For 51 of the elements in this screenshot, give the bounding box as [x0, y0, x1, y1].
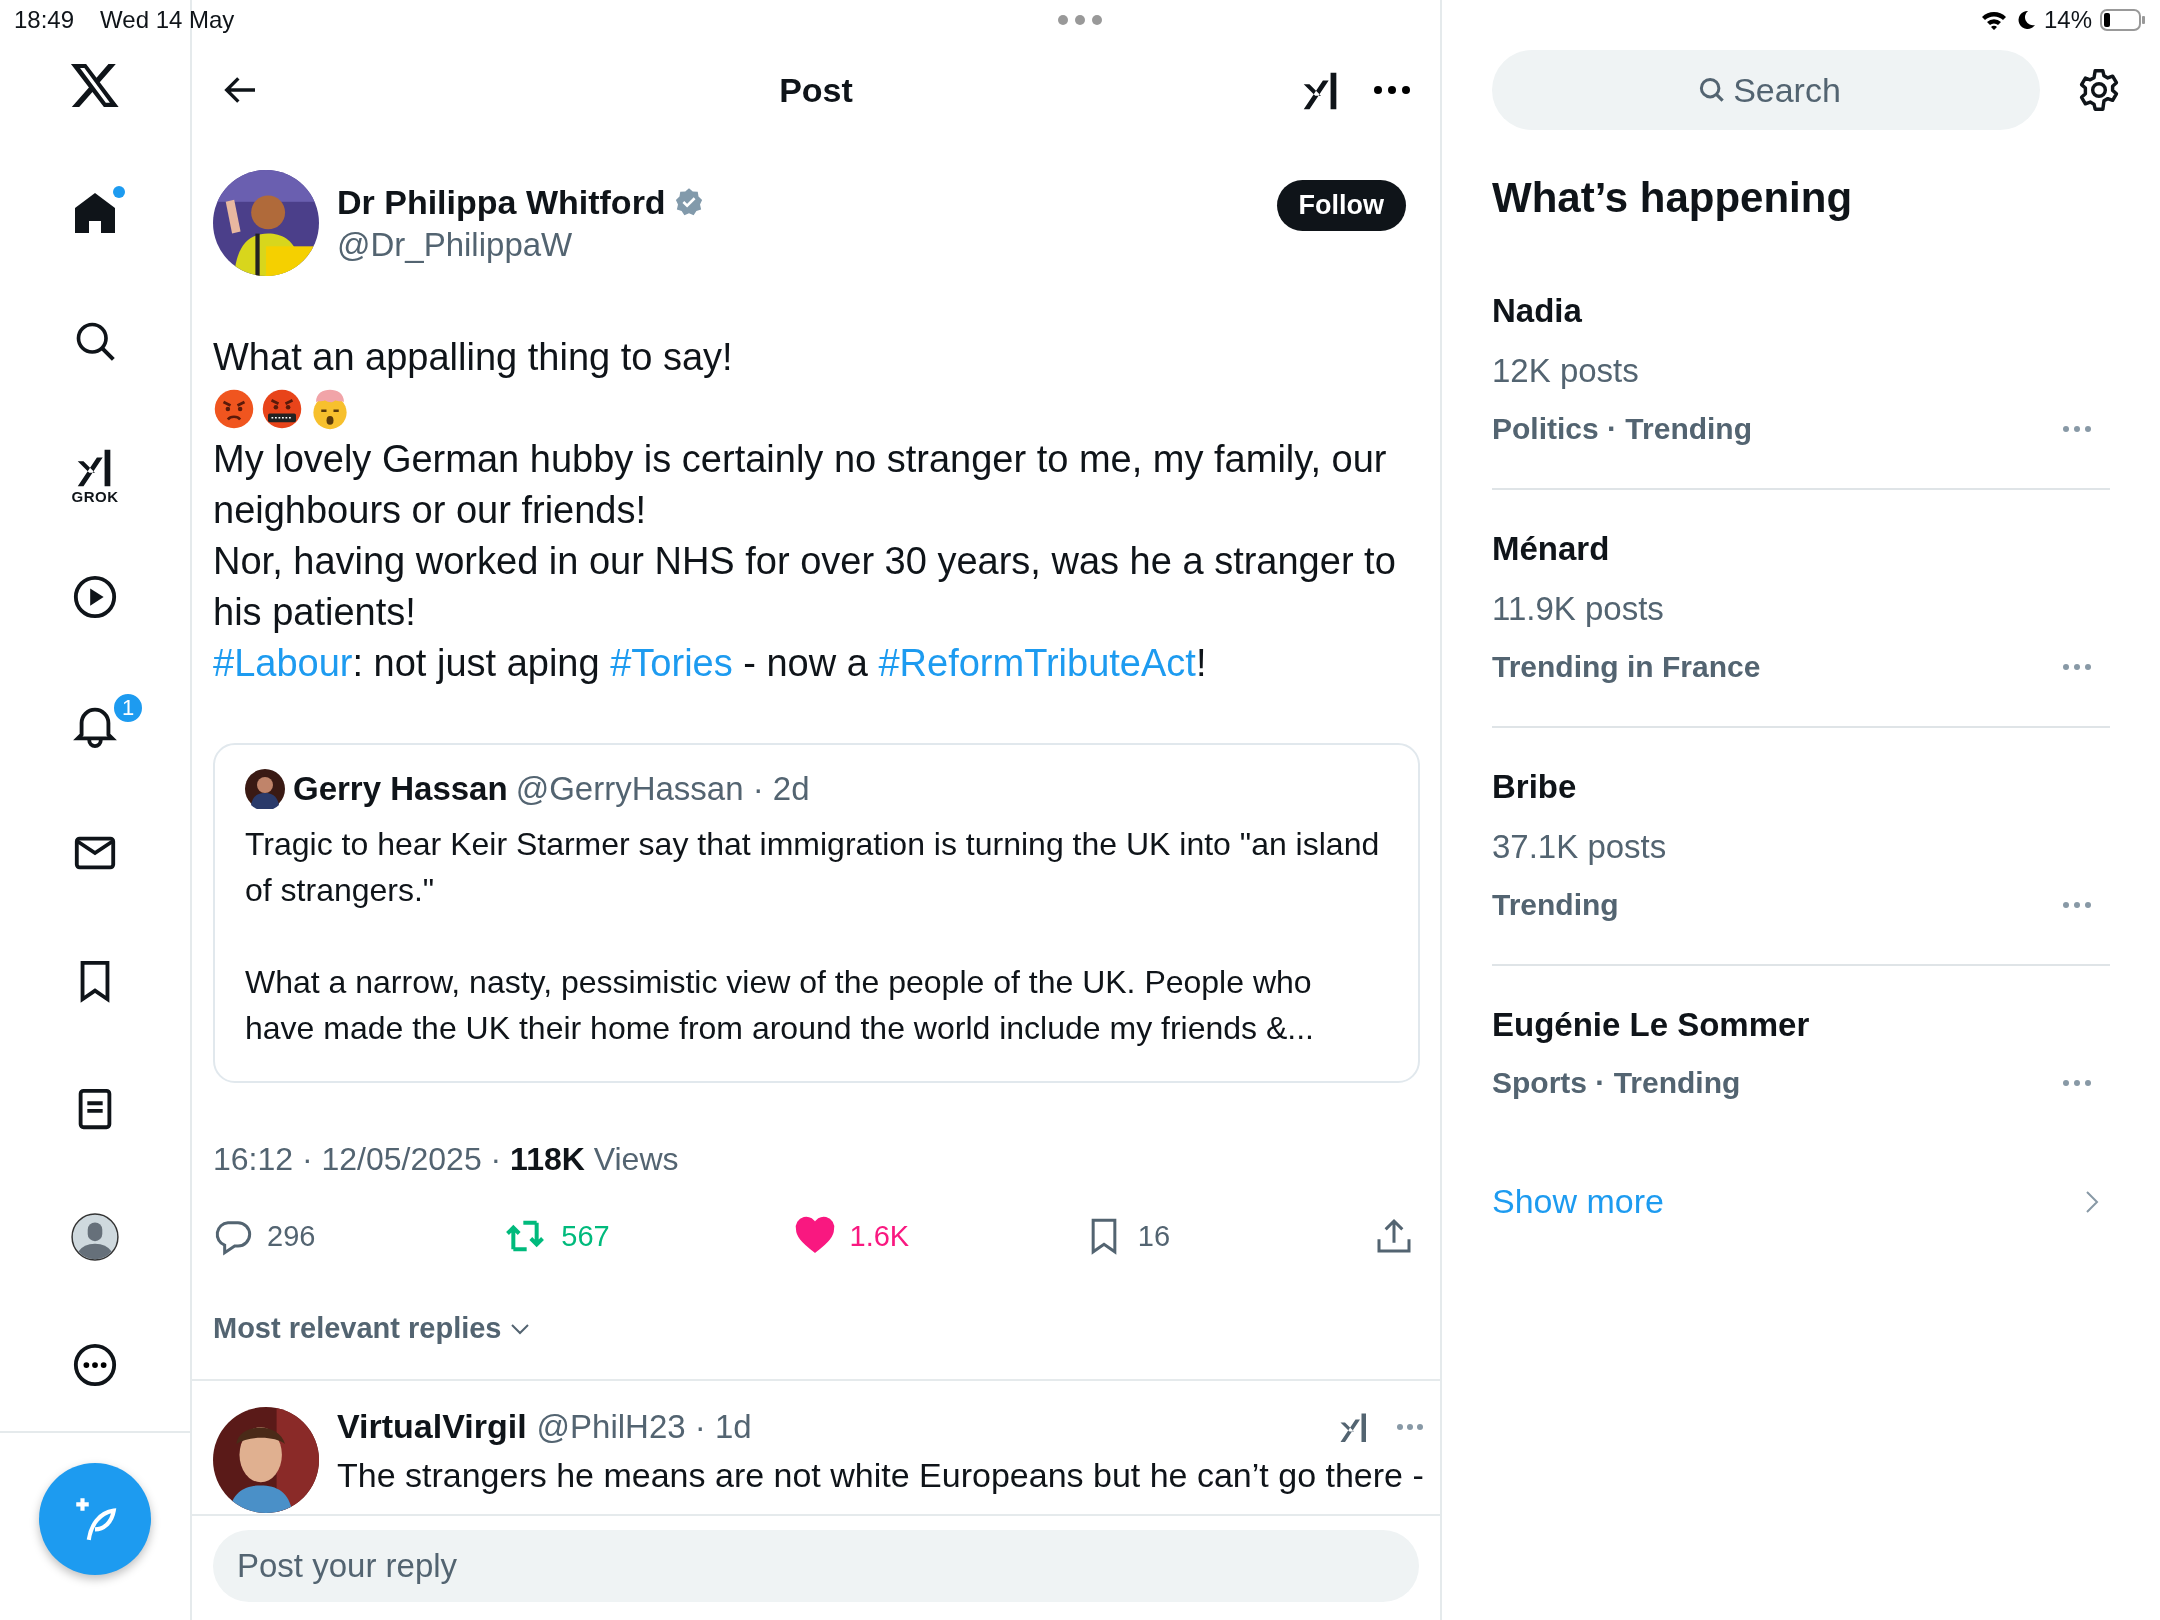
follow-button[interactable]: Follow — [1276, 180, 1406, 231]
trend-post-count: 11.9K posts — [1492, 590, 1665, 628]
grok-label: GROK — [71, 487, 119, 505]
trend-category: Trending — [1492, 888, 1619, 922]
trend-name[interactable]: Eugénie Le Sommer — [1492, 1006, 2110, 1044]
page-title: Post — [779, 70, 853, 110]
like-button[interactable]: 1.6K — [793, 1216, 910, 1256]
trend-name[interactable]: Bribe — [1492, 768, 2110, 806]
cursing-face-icon — [261, 387, 303, 430]
author-name[interactable]: Dr Philippa Whitford — [337, 182, 666, 222]
quoted-post-card[interactable] — [213, 743, 1420, 1083]
quoted-author-name: Gerry Hassan — [293, 770, 508, 808]
section-heading: What’s happening — [1492, 174, 1854, 222]
trend-category: Sports · Trending — [1492, 1066, 1741, 1100]
trend-category: Trending in France — [1492, 650, 1761, 684]
trend-post-count: 37.1K posts — [1492, 828, 1668, 866]
search-field[interactable]: Search — [1492, 50, 2040, 130]
trend-name[interactable]: Nadia — [1492, 292, 2110, 330]
battery-percent: 14% — [2043, 6, 2092, 34]
multitask-dots-icon — [1057, 14, 1103, 26]
reply-input-field[interactable]: Post your reply — [213, 1530, 1419, 1602]
post-text: What an appalling thing to say! — [213, 335, 734, 380]
more-icon[interactable] — [1372, 84, 1412, 96]
quoted-post-text: What a narrow, nasty, pessimistic view of the people of the UK. People who have made the UK their home from around the world include my friends &... — [245, 963, 1315, 1048]
trend-name[interactable]: Ménard — [1492, 530, 2110, 568]
reply-button[interactable]: 296 — [213, 1216, 316, 1256]
post-text: #Labour: not just aping #Tories - now a #ReformTributeAct! — [213, 641, 1208, 686]
reply-sort-dropdown[interactable]: Most relevant replies — [213, 1312, 532, 1345]
quoted-post-text: Tragic to hear Keir Starmer say that immigration is turning the UK into "an island of strangers." — [245, 825, 1381, 910]
reply-text: The strangers he means are not white Europeans but he can’t go there - — [337, 1455, 1424, 1496]
post-text: My lovely German hubby is certainly no stranger to me, my family, our neighbours or our friends! — [213, 437, 1388, 533]
compose-button[interactable] — [39, 1463, 151, 1575]
battery-icon — [2100, 9, 2146, 31]
quoted-author-meta: @GerryHassan · 2d — [515, 770, 810, 808]
reply-author-name: VirtualVirgil — [337, 1407, 527, 1446]
post-text: Nor, having worked in our NHS for over 30 years, was he a stranger to his patients! — [213, 539, 1397, 635]
author-handle: @Dr_PhilippaW — [337, 225, 574, 264]
profile-avatar-icon[interactable] — [70, 1212, 120, 1262]
search-icon — [1697, 75, 1727, 105]
trend-category: Politics · Trending — [1492, 412, 1753, 446]
bookmark-button[interactable]: 16 — [1083, 1216, 1170, 1256]
play-icon[interactable] — [72, 574, 118, 620]
chevron-right-icon[interactable] — [2084, 1188, 2100, 1215]
post-info: 16:12 · 12/05/2025 · 118K Views — [213, 1141, 680, 1178]
angry-face-icon — [213, 387, 255, 430]
status-date: Wed 14 May — [100, 6, 235, 34]
reply-author-meta: @PhilH23 · 1d — [536, 1407, 752, 1446]
trend-post-count: 12K posts — [1492, 352, 1640, 390]
more-icon[interactable] — [72, 1342, 118, 1388]
status-time: 18:49 — [14, 6, 75, 34]
notification-badge: 1 — [112, 692, 144, 724]
